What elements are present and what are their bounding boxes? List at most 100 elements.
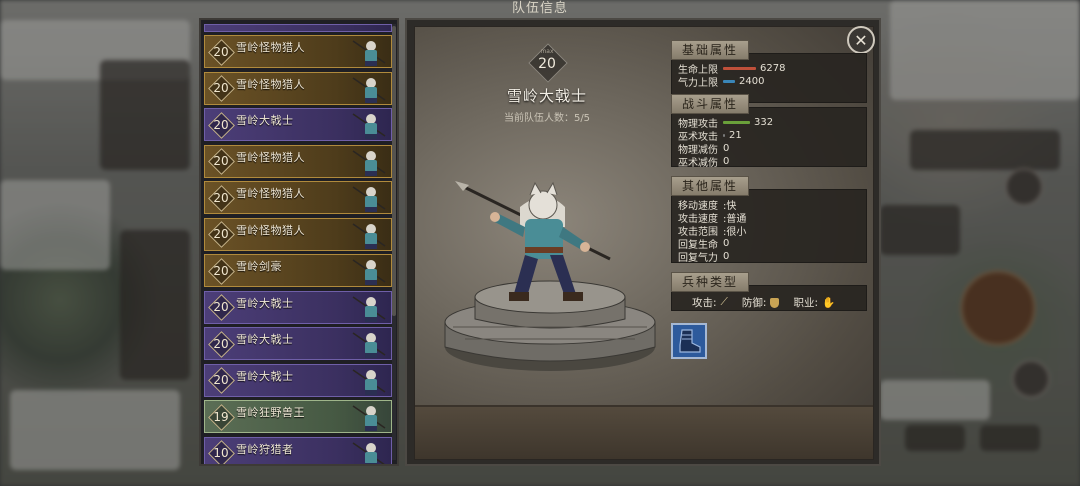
level-badge: 20 [209, 295, 233, 319]
unit-thumbnail [352, 368, 386, 395]
unit-name-label: 雪岭大戟士 [236, 114, 294, 127]
level-value: 20 [213, 227, 229, 241]
unit-type-title: 兵种类型 [671, 272, 750, 292]
unit-name-label: 雪岭大戟士 [236, 369, 294, 383]
level-value: 20 [213, 373, 229, 387]
roster-scroll-thumb[interactable] [392, 26, 396, 316]
hand-icon[interactable]: ✋ [822, 296, 835, 309]
unit-stage: max 20 雪岭大戟士 当前队伍人数：5/5 ✕ 基础属性 生命上限 6278… [414, 26, 875, 460]
roster-item[interactable]: 19 雪岭狂野兽王 [204, 400, 392, 433]
unit-name-label: 雪岭怪物猎人 [236, 187, 305, 200]
team-count: 当前队伍人数：5/5 [503, 113, 591, 124]
other-stats-title: 其他属性 [671, 176, 750, 196]
level-badge: 20 [209, 332, 233, 356]
close-button[interactable]: ✕ [847, 26, 875, 54]
max-label: max [540, 48, 554, 55]
stat-bar [723, 80, 735, 83]
unit-thumbnail [352, 76, 386, 103]
stat-value: 0 [723, 251, 730, 262]
base-stats-title: 基础属性 [671, 40, 750, 60]
level-value: 20 [213, 154, 229, 168]
unit-thumbnail [352, 332, 386, 358]
unit-name-label: 雪岭剑豪 [236, 260, 282, 273]
level-value: 20 [213, 300, 229, 314]
combat-stats-box: 战斗属性 物理攻击 332 巫术攻击 21 物理减伤 0 巫术减伤 0 [671, 94, 867, 169]
stat-value: 0 [723, 238, 730, 249]
defense-type-label: 防御: [741, 297, 767, 309]
window-title: 队伍信息 [511, 1, 568, 16]
unit-name-label: 雪岭怪物猎人 [236, 150, 305, 164]
stat-row: 回复气力 0 [678, 250, 866, 264]
unit-name-label: 雪岭怪物猎人 [236, 41, 305, 54]
stat-value: 0 [723, 156, 730, 167]
stat-value: :很小 [723, 227, 747, 238]
stat-value: 332 [754, 117, 774, 128]
stat-value: 0 [723, 143, 730, 154]
roster-item[interactable]: 20 雪岭剑豪 [204, 254, 392, 287]
level-badge: 10 [209, 441, 233, 464]
unit-portrait [444, 181, 656, 371]
unit-thumbnail [352, 405, 386, 431]
roster-list[interactable]: 20 雪岭怪物猎人 20 雪岭怪物猎人 20 雪岭大戟士 20 雪岭怪物猎人 20 雪岭怪物猎人 2… [199, 18, 399, 466]
level-value: 19 [213, 409, 229, 424]
unit-name-label: 雪岭狩猎者 [236, 442, 294, 456]
unit-thumbnail [352, 113, 386, 139]
stat-value: 6278 [760, 63, 786, 74]
attack-type-label: 攻击: [692, 297, 717, 309]
roster-item[interactable]: 20 雪岭怪物猎人 [204, 144, 392, 178]
level-value: 20 [213, 263, 229, 278]
level-badge: 20 [209, 40, 233, 64]
level-badge: 19 [209, 405, 233, 429]
combat-stats-title: 战斗属性 [671, 94, 750, 114]
unit-name-label: 雪岭大戟士 [236, 333, 294, 346]
level-value: 20 [213, 44, 229, 59]
spear-icon[interactable]: ⟋ [721, 296, 728, 309]
class-type-label: 职业: [793, 297, 818, 309]
unit-thumbnail [352, 259, 386, 285]
level-badge: 20 [209, 186, 233, 210]
roster-item[interactable]: 20 雪岭大戟士 [204, 108, 392, 141]
stat-bar [723, 121, 750, 124]
roster-item[interactable]: 20 雪岭大戟士 [204, 363, 392, 397]
list-item-partial [204, 24, 392, 32]
stat-bar [723, 67, 756, 70]
level-value: 20 [213, 81, 229, 95]
close-icon: ✕ [854, 30, 868, 50]
unit-thumbnail [352, 222, 386, 249]
level-value: 20 [213, 336, 229, 351]
stat-label: 回复气力 [678, 253, 718, 264]
unit-name-label: 雪岭怪物猎人 [236, 77, 305, 91]
level-badge: 20 [209, 259, 233, 283]
level-badge: 20 [209, 368, 233, 392]
stat-label: 气力上限 [678, 78, 718, 89]
unit-thumbnail [352, 40, 386, 66]
unit-thumbnail [352, 441, 386, 464]
unit-thumbnail [352, 295, 386, 322]
roster-item[interactable]: 20 雪岭怪物猎人 [204, 35, 392, 68]
roster-item[interactable]: 20 雪岭怪物猎人 [204, 217, 392, 251]
other-stats-box: 其他属性 移动速度:快 攻击速度:普通 攻击范围:很小 回复生命 0 回复气力 0 [671, 176, 867, 264]
roster-item[interactable]: 20 雪岭大戟士 [204, 327, 392, 360]
unit-name-label: 雪岭狂野兽王 [236, 406, 305, 419]
roster-item[interactable]: 10 雪岭狩猎者 [204, 436, 392, 464]
roster-item[interactable]: 20 雪岭大戟士 [204, 290, 392, 324]
level-badge: 20 [209, 149, 233, 173]
stat-value: 2400 [739, 76, 765, 87]
stat-bar [723, 134, 725, 137]
level-badge: 20 [209, 76, 233, 100]
stat-row: 巫术减伤 0 [678, 155, 866, 169]
roster-item[interactable]: 20 雪岭怪物猎人 [204, 181, 392, 214]
unit-thumbnail [352, 186, 386, 212]
boot-icon [679, 329, 701, 353]
stat-label: 巫术减伤 [678, 158, 718, 169]
shield-icon[interactable] [770, 297, 780, 308]
unit-level: 20 [538, 56, 556, 72]
unit-level-badge: max 20 [528, 43, 568, 83]
equipment-slot[interactable] [671, 323, 707, 359]
roster-item[interactable]: 20 雪岭怪物猎人 [204, 71, 392, 105]
level-badge: 20 [209, 113, 233, 137]
level-value: 20 [213, 117, 229, 132]
unit-type-box: 兵种类型 攻击: ⟋ 防御: 职业: ✋ [671, 272, 867, 311]
stat-row: 气力上限 2400 [678, 75, 866, 89]
unit-name-label: 雪岭怪物猎人 [236, 223, 305, 237]
